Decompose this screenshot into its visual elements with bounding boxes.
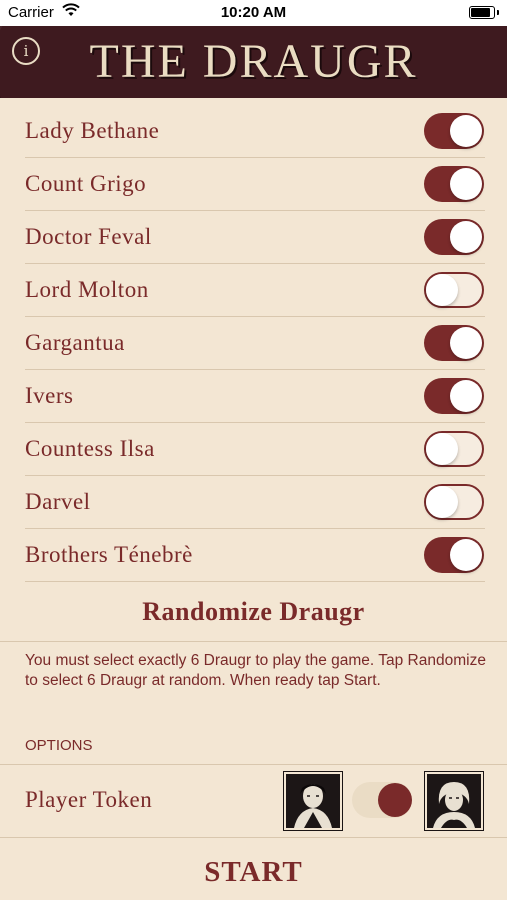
toggle-knob	[426, 433, 458, 465]
toggle-knob	[450, 380, 482, 412]
battery-icon	[469, 6, 499, 19]
randomize-button[interactable]: Randomize Draugr	[0, 584, 507, 640]
draugr-name: Lord Molton	[25, 277, 149, 302]
toggle-knob	[450, 539, 482, 571]
app-header: i THE DRAUGR	[0, 26, 507, 98]
draugr-name: Count Grigo	[25, 171, 147, 196]
draugr-toggle[interactable]	[424, 484, 484, 520]
draugr-row: Doctor Feval	[25, 211, 485, 264]
draugr-toggle[interactable]	[424, 325, 484, 361]
toggle-knob	[450, 115, 482, 147]
draugr-row: Lady Bethane	[25, 105, 485, 158]
start-button[interactable]: START	[0, 856, 507, 889]
draugr-row: Brothers Ténebrè	[25, 529, 485, 582]
draugr-row: Countess Ilsa	[25, 423, 485, 476]
draugr-toggle[interactable]	[424, 219, 484, 255]
toggle-knob	[450, 221, 482, 253]
options-heading: OPTIONS	[25, 737, 93, 754]
draugr-row: Ivers	[25, 370, 485, 423]
draugr-name: Lady Bethane	[25, 118, 160, 143]
player-token-toggle[interactable]	[352, 782, 412, 818]
draugr-toggle[interactable]	[424, 113, 484, 149]
draugr-toggle[interactable]	[424, 431, 484, 467]
male-portrait-icon[interactable]	[284, 772, 342, 830]
divider	[0, 641, 507, 642]
draugr-name: Darvel	[25, 489, 91, 514]
draugr-name: Countess Ilsa	[25, 436, 155, 461]
draugr-toggle[interactable]	[424, 272, 484, 308]
clock: 10:20 AM	[220, 4, 287, 21]
instructions-text: You must select exactly 6 Draugr to play…	[25, 652, 486, 689]
app-title: THE DRAUGR	[89, 35, 418, 88]
draugr-name: Brothers Ténebrè	[25, 542, 193, 567]
toggle-knob	[426, 486, 458, 518]
divider	[0, 837, 507, 838]
draugr-toggle[interactable]	[424, 378, 484, 414]
draugr-name: Gargantua	[25, 330, 125, 355]
toggle-knob	[450, 168, 482, 200]
info-icon[interactable]: i	[12, 37, 40, 65]
draugr-row: Count Grigo	[25, 158, 485, 211]
player-token-label: Player Token	[25, 787, 153, 812]
draugr-name: Doctor Feval	[25, 224, 152, 249]
toggle-knob	[426, 274, 458, 306]
draugr-list: Lady Bethane Count Grigo Doctor Feval Lord …	[25, 105, 485, 582]
divider	[0, 764, 507, 765]
draugr-toggle[interactable]	[424, 166, 484, 202]
female-portrait-icon[interactable]	[425, 772, 483, 830]
draugr-row: Darvel	[25, 476, 485, 529]
draugr-row: Gargantua	[25, 317, 485, 370]
draugr-row: Lord Molton	[25, 264, 485, 317]
draugr-toggle[interactable]	[424, 537, 484, 573]
toggle-knob	[450, 327, 482, 359]
status-bar: Carrier 10:20 AM	[0, 0, 507, 26]
draugr-name: Ivers	[25, 383, 74, 408]
